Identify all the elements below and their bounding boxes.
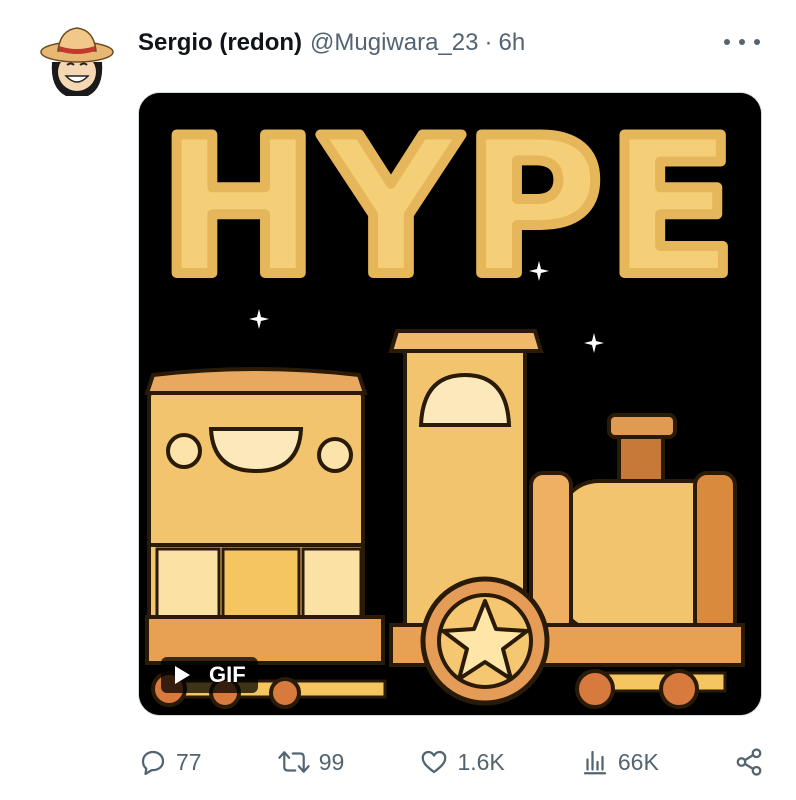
tweet-time[interactable]: 6h — [498, 29, 525, 57]
share-icon — [734, 747, 764, 777]
separator-dot: · — [484, 29, 493, 56]
retweet-count: 99 — [318, 748, 345, 775]
views-button[interactable]: 66K — [580, 747, 659, 777]
avatar[interactable] — [36, 18, 118, 100]
views-icon — [580, 747, 610, 777]
tweet-actions: 77 99 1.6K 66K — [138, 742, 764, 782]
gif-badge[interactable]: GIF — [161, 657, 258, 693]
share-button[interactable] — [734, 747, 764, 777]
retweet-icon — [277, 747, 311, 777]
gif-label: GIF — [209, 662, 246, 687]
retweet-button[interactable]: 99 — [277, 747, 345, 777]
hype-lettering: HYPE — [154, 93, 742, 323]
views-count: 66K — [617, 748, 659, 775]
author-handle[interactable]: @Mugiwara_23 — [310, 29, 478, 57]
like-count: 1.6K — [457, 748, 505, 775]
reply-icon — [138, 747, 168, 777]
play-icon[interactable] — [161, 657, 203, 693]
tweet-media[interactable]: HYPE GIF — [138, 92, 762, 716]
more-icon[interactable] — [724, 30, 760, 54]
svg-text:HYPE: HYPE — [159, 97, 741, 318]
train-carriage — [144, 367, 368, 653]
tweet-header: Sergio (redon) @Mugiwara_23 · 6h — [138, 28, 766, 58]
train-star-wheel — [420, 576, 550, 706]
author-name[interactable]: Sergio (redon) — [138, 29, 302, 57]
like-icon — [419, 747, 449, 777]
reply-button[interactable]: 77 — [138, 747, 202, 777]
avatar-image — [36, 18, 118, 100]
reply-count: 77 — [176, 748, 202, 775]
like-button[interactable]: 1.6K — [419, 747, 505, 777]
gif-frame: HYPE — [139, 93, 761, 715]
